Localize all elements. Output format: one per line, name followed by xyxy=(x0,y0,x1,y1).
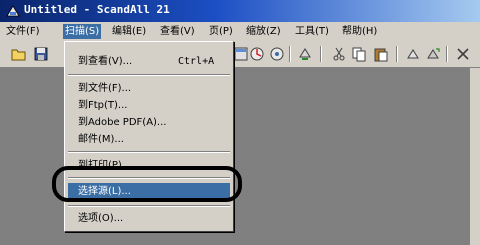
highlight-callout-ring xyxy=(52,166,242,202)
cut-icon[interactable] xyxy=(330,45,348,63)
menu-item-to-adobe-pdf[interactable]: 到Adobe PDF(A)... xyxy=(68,114,230,131)
menu-item-label: 到Adobe PDF(A)... xyxy=(78,117,167,128)
menu-item-to-view[interactable]: 到查看(V)... Ctrl+A xyxy=(68,53,230,70)
rotate-right-icon[interactable] xyxy=(424,45,442,63)
menu-separator xyxy=(68,205,230,207)
toolbar-separator xyxy=(289,46,291,62)
menu-bar: 文件(F) 扫描(S) 编辑(E) 查看(V) 页(P) 缩放(Z) 工具(T)… xyxy=(0,22,480,41)
window-title: Untitled - ScandAll 21 xyxy=(24,3,170,16)
menu-item-shortcut: Ctrl+A xyxy=(178,56,215,67)
paste-icon[interactable] xyxy=(372,45,390,63)
title-bar: Untitled - ScandAll 21 xyxy=(0,0,480,22)
open-folder-icon[interactable] xyxy=(10,45,28,63)
scrollbar-edge xyxy=(470,68,480,245)
menu-scan[interactable]: 扫描(S) xyxy=(63,24,102,39)
settings-icon[interactable] xyxy=(268,45,286,63)
menu-file[interactable]: 文件(F) xyxy=(4,24,42,39)
menu-item-label: 到文件(F)... xyxy=(78,83,132,94)
menu-item-to-ftp[interactable]: 到Ftp(T)... xyxy=(68,97,230,114)
menu-item-to-file[interactable]: 到文件(F)... xyxy=(68,80,230,97)
menu-item-label: 到Ftp(T)... xyxy=(78,100,128,111)
rotate-left-icon[interactable] xyxy=(404,45,422,63)
toolbar-separator xyxy=(320,46,322,62)
copy-icon[interactable] xyxy=(350,45,368,63)
scan-menu-dropdown: 到查看(V)... Ctrl+A 到文件(F)... 到Ftp(T)... 到A… xyxy=(64,41,234,232)
menu-tools[interactable]: 工具(T) xyxy=(293,24,331,39)
menu-edit[interactable]: 编辑(E) xyxy=(110,24,148,39)
scan-setting-icon[interactable] xyxy=(248,45,266,63)
menu-separator xyxy=(68,74,230,76)
menu-help[interactable]: 帮助(H) xyxy=(340,24,379,39)
menu-page[interactable]: 页(P) xyxy=(207,24,235,39)
menu-item-label: 到查看(V)... xyxy=(78,56,133,67)
menu-view[interactable]: 查看(V) xyxy=(158,24,197,39)
toolbar-separator xyxy=(396,46,398,62)
delete-icon[interactable] xyxy=(454,45,472,63)
menu-item-label: 邮件(M)... xyxy=(78,134,124,145)
scanner-app-icon[interactable] xyxy=(6,4,20,18)
menu-item-options[interactable]: 选项(O)... xyxy=(68,210,230,227)
menu-item-email[interactable]: 邮件(M)... xyxy=(68,131,230,148)
toolbar-separator xyxy=(446,46,448,62)
menu-zoom[interactable]: 缩放(Z) xyxy=(244,24,283,39)
rotate-icon[interactable] xyxy=(296,45,314,63)
menu-separator xyxy=(68,151,230,153)
save-icon[interactable] xyxy=(32,45,50,63)
menu-item-label: 选项(O)... xyxy=(78,213,124,224)
